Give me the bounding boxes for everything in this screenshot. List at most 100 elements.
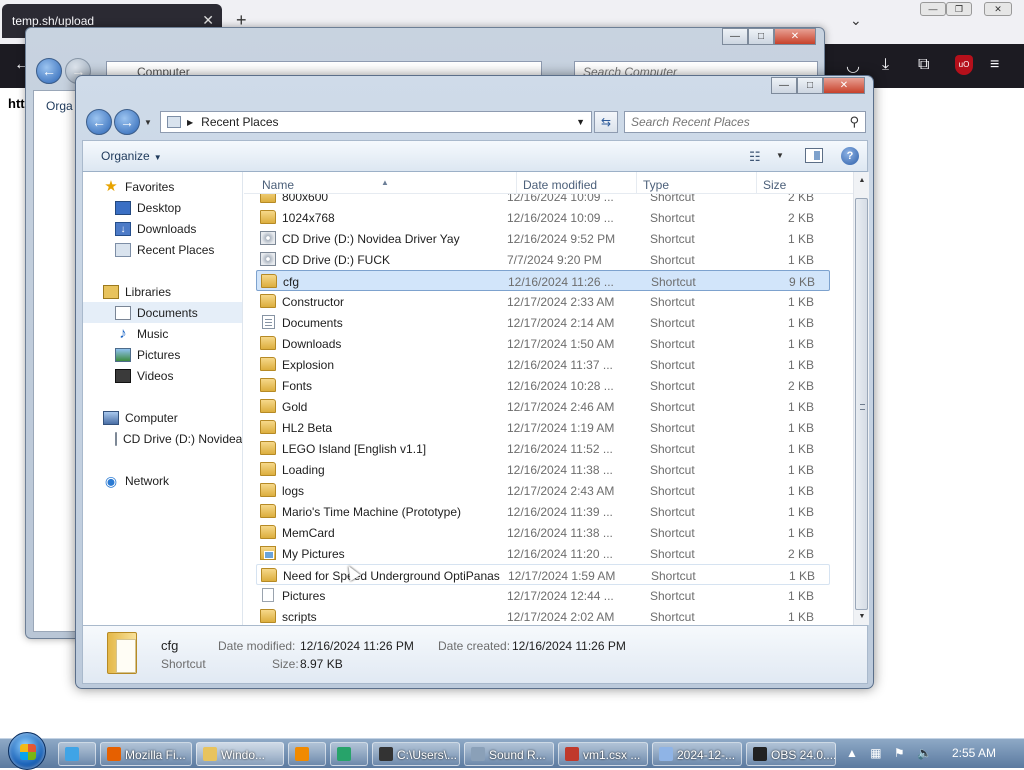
volume-icon[interactable]: 🔈 xyxy=(917,746,932,760)
back-icon[interactable]: ← xyxy=(36,58,62,84)
search-icon[interactable]: ⚲ xyxy=(849,114,859,130)
preview-pane-icon[interactable] xyxy=(805,148,823,163)
maximize-icon[interactable]: □ xyxy=(797,77,823,94)
taskbar-item-cinema[interactable]: vm1.csx ... xyxy=(558,742,648,766)
minimize-icon[interactable]: — xyxy=(722,28,748,45)
taskbar-item-sound-recorder[interactable]: Sound R... xyxy=(464,742,554,766)
sidebar-item-videos[interactable]: Videos xyxy=(115,365,242,386)
search-input[interactable] xyxy=(625,112,835,132)
recent-pages-dropdown-icon[interactable]: ▼ xyxy=(144,118,152,127)
start-button[interactable] xyxy=(8,732,46,770)
taskbar-item-internet-explorer[interactable] xyxy=(58,742,96,766)
taskbar-item-messenger[interactable] xyxy=(330,742,368,766)
maximize-icon[interactable]: □ xyxy=(748,28,774,45)
file-date-modified: 12/17/2024 2:46 AM xyxy=(507,400,615,414)
refresh-icon[interactable]: ⇆ xyxy=(594,111,618,133)
taskbar-item-firefox[interactable]: Mozilla Fi... xyxy=(100,742,192,766)
sidebar-item-favorites[interactable]: ★ Favorites xyxy=(103,176,242,197)
column-name[interactable]: Name xyxy=(262,178,294,192)
table-row[interactable]: CD Drive (D:) FUCK 7/7/2024 9:20 PM Shortc… xyxy=(256,249,830,270)
close-icon[interactable]: ✕ xyxy=(823,77,865,94)
explorer-window[interactable]: — □ ✕ ← → ▼ ▶ Recent Places ▼ ⇆ ⚲ Organi… xyxy=(75,75,874,689)
scroll-up-icon[interactable]: ▲ xyxy=(854,172,870,189)
breadcrumb-arrow-icon[interactable]: ▶ xyxy=(187,118,193,127)
file-size: 1 KB xyxy=(787,484,814,498)
organize-button[interactable]: Orga xyxy=(46,99,73,113)
music-icon: ♪ xyxy=(119,324,127,342)
taskbar-item-media-player[interactable] xyxy=(288,742,326,766)
sidebar-item-pictures[interactable]: Pictures xyxy=(115,344,242,365)
column-header: ▲ Name Date modified Type Size xyxy=(244,172,853,194)
sidebar-item-libraries[interactable]: Libraries xyxy=(103,281,242,302)
table-row[interactable]: MemCard 12/16/2024 11:38 ... Shortcut 1 KB xyxy=(256,522,830,543)
network-tray-icon[interactable]: ▦ xyxy=(870,746,881,760)
table-row[interactable]: Constructor 12/17/2024 2:33 AM Shortcut 1 K… xyxy=(256,291,830,312)
table-row[interactable]: Gold 12/17/2024 2:46 AM Shortcut 1 KB xyxy=(256,396,830,417)
sidebar-item-cd-drive[interactable]: CD Drive (D:) Novidea Driver Yay xyxy=(115,428,242,449)
taskbar-item-notepad[interactable]: 2024-12-... xyxy=(652,742,742,766)
table-row[interactable]: cfg 12/16/2024 11:26 ... Shortcut 9 KB xyxy=(256,270,830,291)
taskbar-item-explorer[interactable]: Windo... xyxy=(196,742,284,766)
taskbar-item-7zip[interactable]: C:\Users\... xyxy=(372,742,460,766)
minimize-icon[interactable]: — xyxy=(771,77,797,94)
clock[interactable]: 2:55 AM xyxy=(952,746,996,760)
sidebar-item-computer[interactable]: Computer xyxy=(103,407,242,428)
table-row[interactable]: Explosion 12/16/2024 11:37 ... Shortcut 1 K… xyxy=(256,354,830,375)
organize-button[interactable]: Organize ▼ xyxy=(101,149,162,163)
ublock-icon[interactable]: uO xyxy=(955,55,973,75)
taskbar-item-obs[interactable]: OBS 24.0.... xyxy=(746,742,836,766)
download-icon[interactable]: ⤓ xyxy=(882,56,889,74)
pocket-icon[interactable]: ◡ xyxy=(846,56,860,76)
table-row[interactable]: scripts 12/17/2024 2:02 AM Shortcut 1 KB xyxy=(256,606,830,625)
file-name: Mario's Time Machine (Prototype) xyxy=(282,505,462,519)
column-date-modified[interactable]: Date modified xyxy=(523,178,597,192)
address-bar[interactable]: ▶ Recent Places ▼ xyxy=(160,111,592,133)
scroll-down-icon[interactable]: ▼ xyxy=(854,608,870,625)
close-icon[interactable]: ✕ xyxy=(774,28,816,45)
menu-icon[interactable]: ≡ xyxy=(990,56,999,74)
table-row[interactable]: LEGO Island [English v1.1] 12/16/2024 11:… xyxy=(256,438,830,459)
show-hidden-icons-icon[interactable]: ▲ xyxy=(846,746,858,760)
table-row[interactable]: HL2 Beta 12/17/2024 1:19 AM Shortcut 1 KB xyxy=(256,417,830,438)
vertical-scrollbar[interactable]: ▲ ▼ xyxy=(853,172,869,625)
sidebar-item-downloads[interactable]: ↓ Downloads xyxy=(115,218,242,239)
table-row[interactable]: Loading 12/16/2024 11:38 ... Shortcut 1 KB xyxy=(256,459,830,480)
table-row[interactable]: CD Drive (D:) Novidea Driver Yay 12/16/20… xyxy=(256,228,830,249)
back-icon[interactable]: ← xyxy=(86,109,112,135)
forward-icon[interactable]: → xyxy=(114,109,140,135)
action-center-icon[interactable]: ⚑ xyxy=(894,746,905,760)
table-row[interactable]: My Pictures 12/16/2024 11:20 ... Shortcut 2… xyxy=(256,543,830,564)
table-row[interactable]: Fonts 12/16/2024 10:28 ... Shortcut 2 KB xyxy=(256,375,830,396)
page-content-peek: htt xyxy=(8,96,25,111)
table-row[interactable]: Mario's Time Machine (Prototype) 12/16/20… xyxy=(256,501,830,522)
sidebar-item-recent-places[interactable]: Recent Places xyxy=(115,239,242,260)
change-view-icon[interactable]: ☷ xyxy=(749,149,761,165)
help-icon[interactable]: ? xyxy=(841,147,859,165)
browser-minimize-icon[interactable]: — xyxy=(920,2,946,16)
table-row[interactable]: 1024x768 12/16/2024 10:09 ... Shortcut 2 KB xyxy=(256,207,830,228)
extensions-icon[interactable]: ⧉ xyxy=(918,56,929,74)
sidebar-item-desktop[interactable]: Desktop xyxy=(115,197,242,218)
table-row[interactable]: Need for Speed Underground OptiPanas 12/1… xyxy=(256,564,830,585)
sidebar-item-network[interactable]: ◉ Network xyxy=(103,470,242,491)
view-dropdown-icon[interactable]: ▼ xyxy=(776,151,784,160)
list-tabs-icon[interactable]: ⌄ xyxy=(850,12,862,29)
search-box[interactable]: ⚲ xyxy=(624,111,866,133)
table-row[interactable]: Documents 12/17/2024 2:14 AM Shortcut 1 KB xyxy=(256,312,830,333)
sidebar-item-documents[interactable]: Documents xyxy=(83,302,242,323)
breadcrumb[interactable]: Recent Places xyxy=(201,115,278,129)
folder-icon xyxy=(260,420,276,434)
table-row[interactable]: logs 12/17/2024 2:43 AM Shortcut 1 KB xyxy=(256,480,830,501)
browser-restore-icon[interactable]: ❐ xyxy=(946,2,972,16)
table-row[interactable]: Pictures 12/17/2024 12:44 ... Shortcut 1 KB xyxy=(256,585,830,606)
address-dropdown-icon[interactable]: ▼ xyxy=(576,117,585,127)
scrollbar-thumb[interactable] xyxy=(855,198,868,610)
table-row[interactable]: Downloads 12/17/2024 1:50 AM Shortcut 1 KB xyxy=(256,333,830,354)
table-row[interactable]: 800x600 12/16/2024 10:09 ... Shortcut 2 KB xyxy=(256,194,830,207)
file-type: Shortcut xyxy=(650,232,695,246)
column-size[interactable]: Size xyxy=(763,178,786,192)
sidebar-item-music[interactable]: ♪ Music xyxy=(115,323,242,344)
folder-icon xyxy=(260,483,276,497)
column-type[interactable]: Type xyxy=(643,178,669,192)
browser-close-icon[interactable]: ✕ xyxy=(984,2,1012,16)
